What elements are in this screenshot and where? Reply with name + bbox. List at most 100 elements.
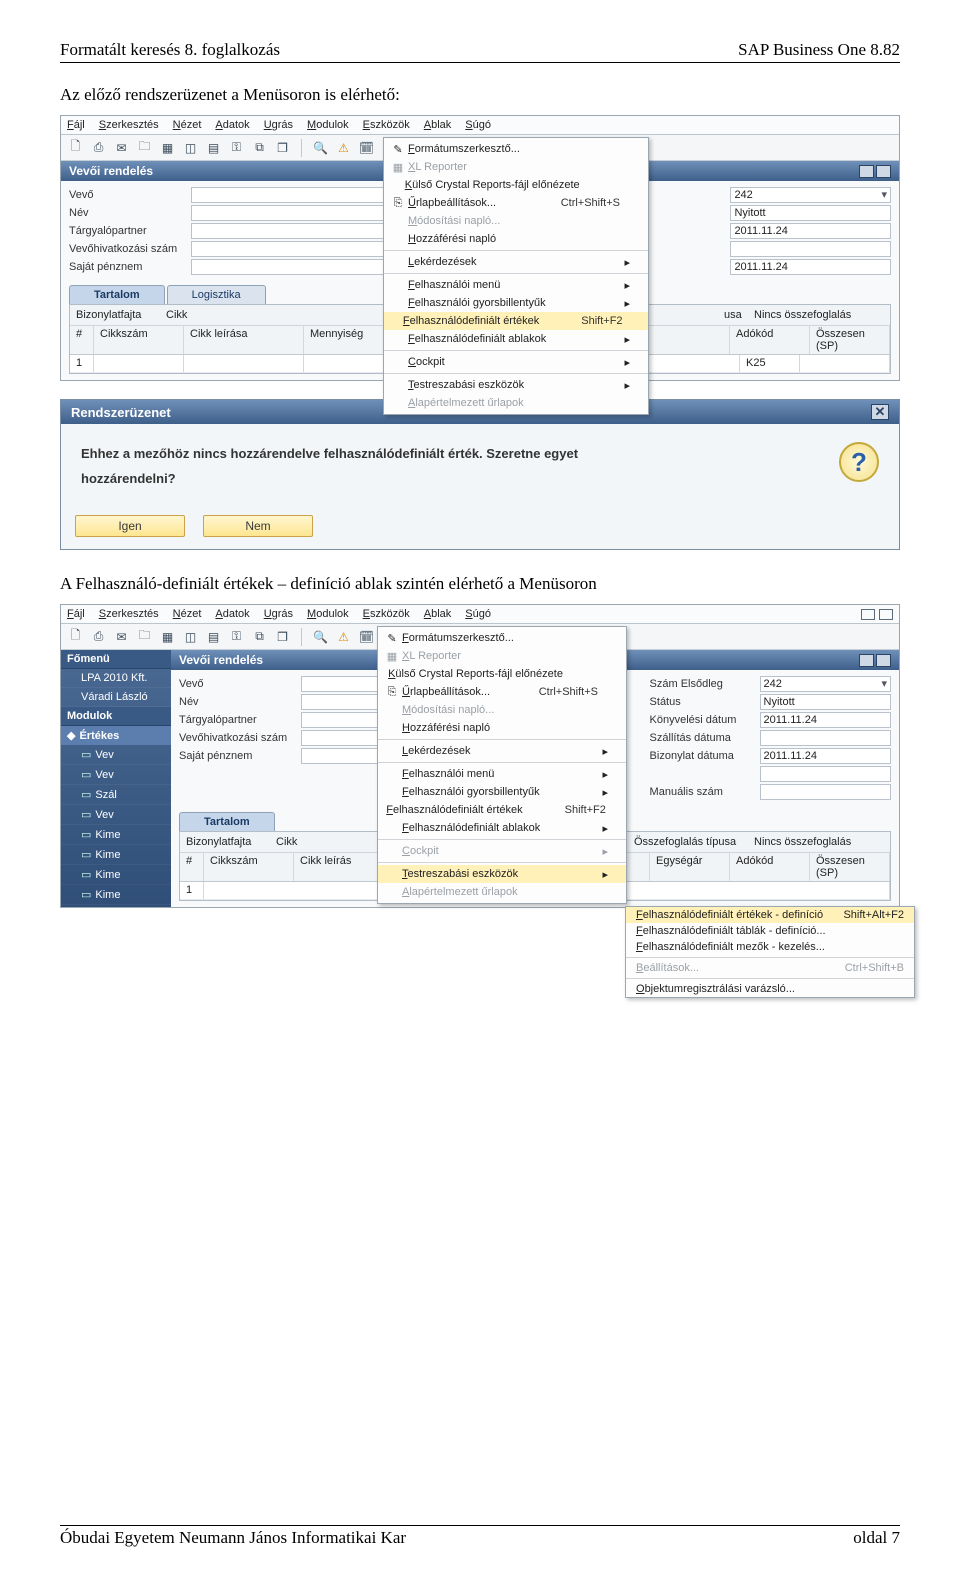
word-icon[interactable]: ▤ (205, 628, 222, 645)
menu-eszközök[interactable]: Eszközök (363, 608, 410, 620)
field-input[interactable] (760, 730, 891, 746)
tab-tartalom[interactable]: Tartalom (179, 812, 275, 831)
menu-item[interactable]: ⎘Űrlapbeállítások...Ctrl+Shift+S (384, 194, 648, 212)
no-button[interactable]: Nem (203, 515, 313, 537)
print-icon[interactable]: ⎙ (90, 139, 107, 156)
calendar-icon[interactable]: 🗓 (358, 139, 375, 156)
mail-icon[interactable]: ✉ (113, 628, 130, 645)
field-input[interactable]: 2011.11.24 (760, 712, 891, 728)
submenu-item[interactable]: Objektumregisztrálási varázsló... (626, 981, 914, 997)
submenu-item[interactable]: Felhasználódefiniált értékek - definíció… (626, 907, 914, 923)
close-icon[interactable]: ✕ (871, 404, 889, 420)
menu-item[interactable]: Felhasználódefiniált ablakok▸ (378, 819, 626, 837)
restore-icon[interactable] (879, 609, 893, 620)
bizonylatfajta-value[interactable]: Cikk (166, 309, 286, 321)
field-input[interactable]: 242 (760, 676, 891, 692)
menu-item[interactable]: ✎Formátumszerkesztő... (384, 140, 648, 158)
doc-icon[interactable]: ⧉ (251, 628, 268, 645)
tab-logisztika[interactable]: Logisztika (167, 285, 266, 304)
doc2-icon[interactable]: ❐ (274, 628, 291, 645)
field-input[interactable]: 2011.11.24 (730, 259, 891, 275)
menu-szerkesztés[interactable]: Szerkesztés (99, 119, 159, 131)
sidebar-item[interactable]: ▭Vev (61, 765, 171, 785)
tools-menu-2[interactable]: ✎Formátumszerkesztő...▦XL ReporterKülső … (377, 626, 627, 904)
search-icon[interactable]: 🔍 (312, 139, 329, 156)
menu-item[interactable]: Felhasználói menü▸ (378, 765, 626, 783)
menu-item[interactable]: Felhasználódefiniált ablakok▸ (384, 330, 648, 348)
menu-item[interactable]: Külső Crystal Reports-fájl előnézete (384, 176, 648, 194)
sidebar-category[interactable]: ◆Értékes (61, 726, 171, 745)
menu-item[interactable]: Hozzáférési napló (378, 719, 626, 737)
maximize-icon[interactable] (876, 165, 891, 178)
menu-nézet[interactable]: Nézet (173, 119, 202, 131)
minimize-icon[interactable] (859, 165, 874, 178)
menu-adatok[interactable]: Adatok (215, 608, 249, 620)
tab-tartalom[interactable]: Tartalom (69, 285, 165, 304)
menu-eszközök[interactable]: Eszközök (363, 119, 410, 131)
menu-modulok[interactable]: Modulok (307, 119, 349, 131)
menu-item[interactable]: Felhasználói gyorsbillentyűk▸ (378, 783, 626, 801)
sidebar-item[interactable]: ▭Vev (61, 745, 171, 765)
page-icon[interactable]: 🗋 (67, 139, 84, 156)
calendar-icon[interactable]: 🗓 (358, 628, 375, 645)
menu-ablak[interactable]: Ablak (424, 119, 452, 131)
yes-button[interactable]: Igen (75, 515, 185, 537)
menu-item[interactable]: Testreszabási eszközök▸ (378, 865, 626, 883)
menu-ablak[interactable]: Ablak (424, 608, 452, 620)
menu-item[interactable]: Felhasználódefiniált értékekShift+F2 (384, 312, 648, 330)
submenu-item[interactable]: Felhasználódefiniált mezők - kezelés... (626, 939, 914, 955)
field-input[interactable]: 2011.11.24 (760, 748, 891, 764)
sidebar-item[interactable]: ▭Kime (61, 865, 171, 885)
menu-modulok[interactable]: Modulok (307, 608, 349, 620)
pdf-icon[interactable]: ◫ (182, 139, 199, 156)
search-icon[interactable]: 🔍 (312, 628, 329, 645)
main-menu-sidebar[interactable]: Főmenü LPA 2010 Kft. Váradi László Modul… (61, 650, 171, 907)
sidebar-item[interactable]: ▭Kime (61, 845, 171, 865)
print-icon[interactable]: ⎙ (90, 628, 107, 645)
min-icon[interactable] (861, 609, 875, 620)
menu-item[interactable]: Külső Crystal Reports-fájl előnézete (378, 665, 626, 683)
field-input[interactable]: 2011.11.24 (730, 223, 891, 239)
menu-nézet[interactable]: Nézet (173, 608, 202, 620)
page-icon[interactable]: 🗋 (67, 628, 84, 645)
menu-súgó[interactable]: Súgó (465, 608, 491, 620)
sidebar-item[interactable]: ▭Szál (61, 785, 171, 805)
menu-fájl[interactable]: Fájl (67, 119, 85, 131)
sidebar-item[interactable]: ▭Kime (61, 885, 171, 905)
menu-item[interactable]: Lekérdezések▸ (384, 253, 648, 271)
alert-icon[interactable]: ⚠ (335, 628, 352, 645)
word-icon[interactable]: ▤ (205, 139, 222, 156)
lock-icon[interactable]: ⚿ (228, 139, 245, 156)
menu-ugrás[interactable]: Ugrás (264, 608, 293, 620)
menu-item[interactable]: Hozzáférési napló (384, 230, 648, 248)
sidebar-item[interactable]: ▭Kime (61, 825, 171, 845)
field-input[interactable]: 242 (730, 187, 891, 203)
menu-ugrás[interactable]: Ugrás (264, 119, 293, 131)
folder-icon[interactable]: 🗀 (136, 139, 153, 156)
field-input[interactable] (760, 766, 891, 782)
excel-icon[interactable]: ▦ (159, 139, 176, 156)
menu-item[interactable]: Lekérdezések▸ (378, 742, 626, 760)
menu-adatok[interactable]: Adatok (215, 119, 249, 131)
sidebar-item[interactable]: ▭Vev (61, 805, 171, 825)
menu-item[interactable]: Felhasználódefiniált értékekShift+F2 (378, 801, 626, 819)
pdf-icon[interactable]: ◫ (182, 628, 199, 645)
menu-szerkesztés[interactable]: Szerkesztés (99, 608, 159, 620)
folder-icon[interactable]: 🗀 (136, 628, 153, 645)
menu-item[interactable]: ⎘Űrlapbeállítások...Ctrl+Shift+S (378, 683, 626, 701)
maximize-icon[interactable] (876, 654, 891, 667)
field-input[interactable] (730, 241, 891, 257)
doc-icon[interactable]: ⧉ (251, 139, 268, 156)
summary-value[interactable]: Nincs összefoglalás (754, 309, 884, 321)
mail-icon[interactable]: ✉ (113, 139, 130, 156)
doc2-icon[interactable]: ❐ (274, 139, 291, 156)
menu-item[interactable]: Cockpit▸ (384, 353, 648, 371)
excel-icon[interactable]: ▦ (159, 628, 176, 645)
lock-icon[interactable]: ⚿ (228, 628, 245, 645)
field-input[interactable] (760, 784, 891, 800)
customize-submenu[interactable]: Felhasználódefiniált értékek - definíció… (625, 906, 915, 998)
submenu-item[interactable]: Felhasználódefiniált táblák - definíció.… (626, 923, 914, 939)
field-input[interactable]: Nyitott (760, 694, 891, 710)
summary-value-2[interactable]: Nincs összefoglalás (754, 836, 884, 848)
menu-súgó[interactable]: Súgó (465, 119, 491, 131)
